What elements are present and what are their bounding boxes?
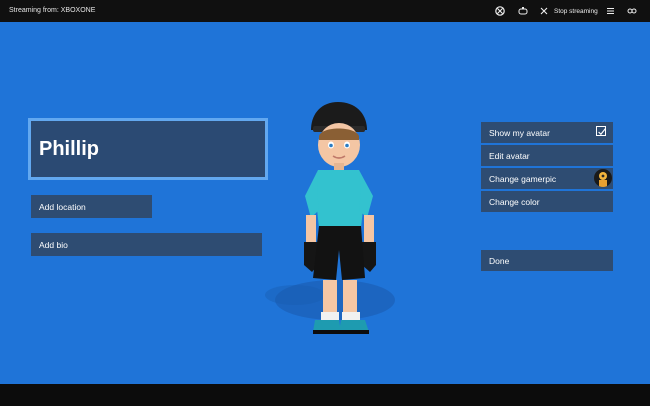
stop-streaming-label: Stop streaming [554,7,598,15]
change-gamerpic-button[interactable]: Change gamerpic [481,168,613,189]
menu-icon[interactable] [604,5,616,17]
add-location-label: Add location [39,201,86,212]
gamertag: Phillip [39,138,99,160]
close-icon [540,7,548,15]
done-button[interactable]: Done [481,250,613,271]
fullscreen-icon[interactable] [626,5,638,17]
add-bio-label: Add bio [39,239,68,250]
xbox-icon[interactable] [494,5,506,17]
controller-icon[interactable] [517,5,529,17]
add-bio-button[interactable]: Add bio [31,233,262,256]
stop-streaming-button[interactable]: Stop streaming [540,5,598,17]
add-location-button[interactable]: Add location [31,195,152,218]
bottom-bar [0,384,650,406]
change-color-button[interactable]: Change color [481,191,613,212]
stream-title-bar: Streaming from: XBOXONE Stop streaming [0,0,650,22]
edit-avatar-label: Edit avatar [489,150,530,161]
gamerpic-avatar [594,169,612,187]
show-my-avatar-toggle[interactable]: Show my avatar [481,122,613,143]
checkbox-checked-icon[interactable] [596,126,606,136]
show-my-avatar-label: Show my avatar [489,127,550,138]
done-label: Done [489,255,510,266]
gamertag-panel[interactable]: Phillip [28,118,268,180]
change-color-label: Change color [489,196,540,207]
stream-title: Streaming from: XBOXONE [9,7,96,14]
change-gamerpic-label: Change gamerpic [489,173,557,184]
edit-avatar-button[interactable]: Edit avatar [481,145,613,166]
avatar-figure [265,102,395,334]
avatar-customize-screen: Phillip Add location Add bio Show my ava… [0,22,650,384]
